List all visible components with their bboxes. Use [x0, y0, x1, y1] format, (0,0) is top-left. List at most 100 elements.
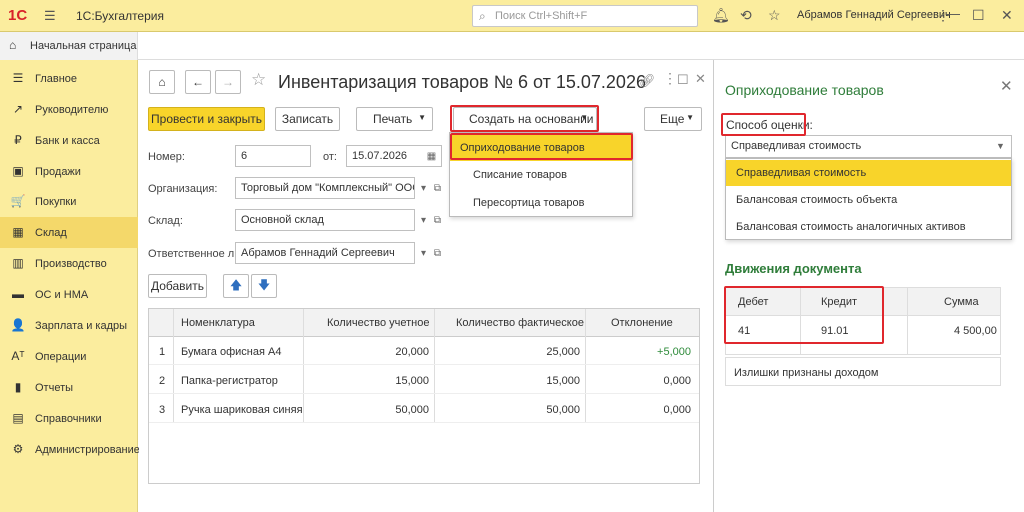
- movement-note-text: Излишки признаны доходом: [734, 367, 879, 379]
- title-bar: 1С ☰ 1С:Бухгалтерия ⌕ Поиск Ctrl+Shift+F…: [0, 0, 1024, 32]
- sidebar-item-icon: ↗: [12, 102, 24, 116]
- row-deviation: 0,000: [663, 404, 691, 416]
- bell-icon[interactable]: 🔔︎: [712, 7, 730, 24]
- responsible-field[interactable]: Абрамов Геннадий Сергеевич: [235, 242, 415, 264]
- col-deviation[interactable]: Отклонение: [611, 317, 673, 329]
- row-number: 1: [159, 346, 166, 358]
- sidebar-item-label: Операции: [35, 351, 87, 363]
- panel-close-icon[interactable]: ✕: [1000, 77, 1013, 95]
- favorite-star-icon[interactable]: ☆: [251, 70, 266, 90]
- sidebar-item-label: Продажи: [35, 166, 81, 178]
- sidebar-item[interactable]: ☰ Главное: [0, 63, 138, 94]
- col-qty-actual[interactable]: Количество фактическое: [456, 317, 584, 329]
- sidebar-item[interactable]: ↗ Руководителю: [0, 94, 138, 125]
- calendar-icon[interactable]: ▦: [424, 145, 439, 167]
- sidebar-item[interactable]: ▣ Продажи: [0, 156, 138, 187]
- sidebar-item[interactable]: ▤ Справочники: [0, 403, 138, 434]
- sidebar-item-label: Справочники: [35, 413, 102, 425]
- sidebar-item[interactable]: ▥ Производство: [0, 248, 138, 279]
- col-nomenclature[interactable]: Номенклатура: [181, 317, 255, 329]
- sidebar-item-icon: ▮: [14, 380, 22, 394]
- global-search-input[interactable]: ⌕ Поиск Ctrl+Shift+F: [472, 5, 698, 27]
- more-label: Еще: [660, 112, 685, 126]
- sidebar-item[interactable]: ▮ Отчеты: [0, 372, 138, 403]
- sidebar-item-label: Производство: [35, 258, 107, 270]
- main-menu-icon[interactable]: ☰: [44, 8, 56, 24]
- number-field[interactable]: 6: [235, 145, 311, 167]
- link-icon[interactable]: 🔗︎: [639, 73, 656, 89]
- panel-title: Оприходование товаров: [725, 82, 884, 98]
- more-vertical-icon[interactable]: ⋮: [663, 70, 677, 87]
- valuation-option-fair[interactable]: Справедливая стоимость: [726, 160, 1011, 186]
- restore-icon[interactable]: ☐: [677, 72, 689, 88]
- menu-item-write-off[interactable]: Списание товаров: [450, 162, 632, 188]
- date-label: от:: [323, 151, 337, 163]
- table-row[interactable]: 2 Папка-регистратор 15,000 15,000 0,000: [149, 366, 699, 394]
- sidebar-item[interactable]: ▦ Склад: [0, 217, 138, 248]
- open-icon[interactable]: ⧉: [430, 177, 445, 199]
- back-button[interactable]: ←: [185, 70, 211, 94]
- more-button[interactable]: Еще ▼: [644, 107, 702, 131]
- sidebar-item-label: Склад: [35, 227, 67, 239]
- maximize-icon[interactable]: ☐: [972, 7, 985, 24]
- sidebar-item-icon: ☰: [12, 71, 24, 85]
- home-button[interactable]: ⌂: [149, 70, 175, 94]
- row-qty-accounting: 20,000: [395, 346, 429, 358]
- dropdown-icon[interactable]: ▾: [416, 209, 431, 231]
- col-qty-accounting[interactable]: Количество учетное: [327, 317, 429, 329]
- close-form-icon[interactable]: ✕: [695, 71, 706, 87]
- move-down-button[interactable]: 🡇: [251, 274, 277, 298]
- star-icon[interactable]: ☆: [768, 7, 781, 24]
- open-icon[interactable]: ⧉: [430, 209, 445, 231]
- sidebar-item-label: Покупки: [35, 196, 77, 208]
- sidebar-item[interactable]: 🛒 Покупки: [0, 186, 138, 217]
- row-nomenclature: Бумага офисная А4: [181, 346, 282, 358]
- print-button[interactable]: Печать ▼: [356, 107, 433, 131]
- sidebar-item[interactable]: ▬ ОС и НМА: [0, 279, 138, 310]
- col-sum: Сумма: [944, 296, 979, 308]
- tab-home[interactable]: ⌂ Начальная страница: [0, 32, 138, 60]
- sidebar-item-label: Банк и касса: [35, 135, 100, 147]
- organization-field[interactable]: Торговый дом "Комплексный" ООО: [235, 177, 415, 199]
- movements-title: Движения документа: [725, 261, 862, 276]
- save-button[interactable]: Записать: [275, 107, 340, 131]
- minimize-icon[interactable]: —: [946, 5, 960, 21]
- sidebar-item-label: Зарплата и кадры: [35, 320, 128, 332]
- goods-table: Номенклатура Количество учетное Количест…: [148, 308, 700, 484]
- sidebar-item[interactable]: 👤 Зарплата и кадры: [0, 310, 138, 341]
- menu-item-regrading[interactable]: Пересортица товаров: [450, 190, 632, 216]
- post-and-close-button[interactable]: Провести и закрыть: [148, 107, 265, 131]
- row-qty-actual: 50,000: [546, 404, 580, 416]
- table-row[interactable]: 1 Бумага офисная А4 20,000 25,000 +5,000: [149, 337, 699, 365]
- chevron-down-icon[interactable]: ▼: [993, 135, 1008, 157]
- dropdown-icon[interactable]: ▾: [416, 177, 431, 199]
- app-logo[interactable]: 1С: [8, 7, 27, 24]
- sidebar-item[interactable]: Aᵀ Операции: [0, 341, 138, 372]
- warehouse-field[interactable]: Основной склад: [235, 209, 415, 231]
- table-header: Номенклатура Количество учетное Количест…: [149, 309, 699, 337]
- table-row[interactable]: 3 Ручка шариковая синяя 50,000 50,000 0,000: [149, 395, 699, 423]
- sidebar-item-icon: ▦: [12, 225, 24, 239]
- open-icon[interactable]: ⧉: [430, 242, 445, 264]
- grid-line: [907, 288, 908, 354]
- app-title: 1С:Бухгалтерия: [76, 9, 164, 23]
- row-number: 3: [159, 404, 166, 416]
- sidebar: ☰ Главное ↗ Руководителю ₽ Банк и касса ▣ Прода…: [0, 60, 140, 512]
- sidebar-item-label: Отчеты: [35, 382, 74, 394]
- organization-label: Организация:: [148, 183, 218, 195]
- current-user[interactable]: Абрамов Геннадий Сергеевич: [797, 9, 951, 21]
- sidebar-item[interactable]: ₽ Банк и касса: [0, 125, 138, 156]
- forward-button[interactable]: →: [215, 70, 241, 94]
- home-icon: ⌂: [9, 38, 17, 52]
- valuation-select[interactable]: Справедливая стоимость: [725, 135, 1012, 158]
- move-up-button[interactable]: 🡅: [223, 274, 249, 298]
- arrow-down-icon: 🡇: [257, 277, 271, 292]
- valuation-option-similar[interactable]: Балансовая стоимость аналогичных активов: [726, 214, 1011, 240]
- add-row-button[interactable]: Добавить: [148, 274, 207, 298]
- close-icon[interactable]: ✕: [1001, 7, 1013, 24]
- highlight-posting-item: [450, 133, 633, 160]
- valuation-option-balance[interactable]: Балансовая стоимость объекта: [726, 187, 1011, 213]
- history-icon[interactable]: ⟲: [740, 7, 752, 24]
- sidebar-item[interactable]: ⚙ Администрирование: [0, 434, 140, 465]
- dropdown-icon[interactable]: ▾: [416, 242, 431, 264]
